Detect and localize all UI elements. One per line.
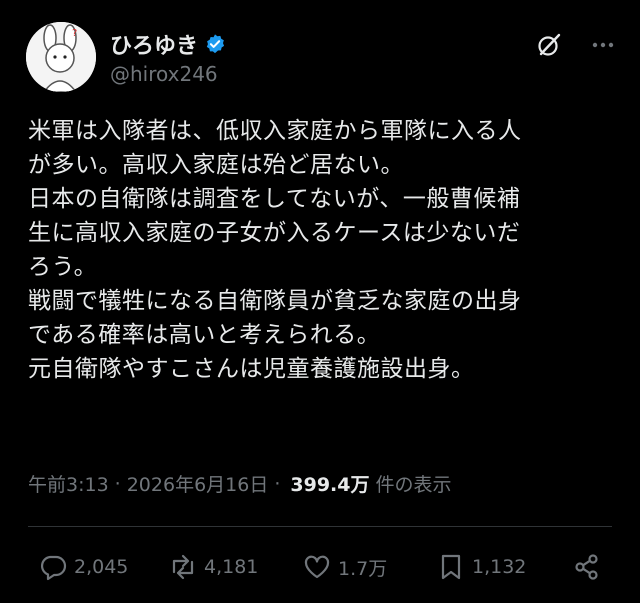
avatar[interactable]: ? xyxy=(26,22,96,92)
reply-icon xyxy=(41,555,67,581)
like-count: 1.7万 xyxy=(338,557,388,580)
share-button[interactable] xyxy=(572,552,602,582)
like-button[interactable]: 1.7万 xyxy=(302,552,387,582)
repost-icon xyxy=(172,554,194,580)
author-handle[interactable]: @hirox246 xyxy=(110,62,218,86)
meta-separator: · xyxy=(274,472,281,495)
post-date[interactable]: 2026年6月16日 xyxy=(127,470,269,497)
view-count-label: 件の表示 xyxy=(375,474,452,496)
display-name[interactable]: ひろゆき xyxy=(110,28,198,60)
svg-text:?: ? xyxy=(72,28,77,39)
more-icon[interactable] xyxy=(588,32,618,58)
share-icon xyxy=(575,554,598,580)
like-icon xyxy=(304,555,330,579)
reply-button[interactable]: 2,045 xyxy=(38,552,128,582)
repost-count: 4,181 xyxy=(204,556,259,578)
bookmark-button[interactable]: 1,132 xyxy=(436,552,526,582)
post-header: ? ひろゆき @hirox246 xyxy=(26,22,620,92)
bookmark-count: 1,132 xyxy=(472,556,527,578)
verified-badge-icon xyxy=(206,34,225,54)
divider xyxy=(28,526,612,527)
post-meta: 午前3:13 · 2026年6月16日 · 399.4万 件の表示 xyxy=(28,470,452,497)
avatar-image: ? xyxy=(26,22,96,92)
grok-icon[interactable] xyxy=(536,32,562,58)
author-name-row: ひろゆき xyxy=(110,28,226,60)
post-time[interactable]: 午前3:13 xyxy=(28,470,109,497)
repost-button[interactable]: 4,181 xyxy=(168,552,258,582)
reply-count: 2,045 xyxy=(74,556,129,578)
meta-separator: · xyxy=(114,472,121,495)
view-count[interactable]: 399.4万 xyxy=(290,470,369,497)
action-bar: 2,045 4,181 1.7万 1,132 xyxy=(38,552,612,588)
post-text: 米軍は入隊者は、低収入家庭から軍隊に入る人 が多い。高収入家庭は殆ど居ない。 日… xyxy=(28,118,522,382)
bookmark-icon xyxy=(441,554,461,580)
